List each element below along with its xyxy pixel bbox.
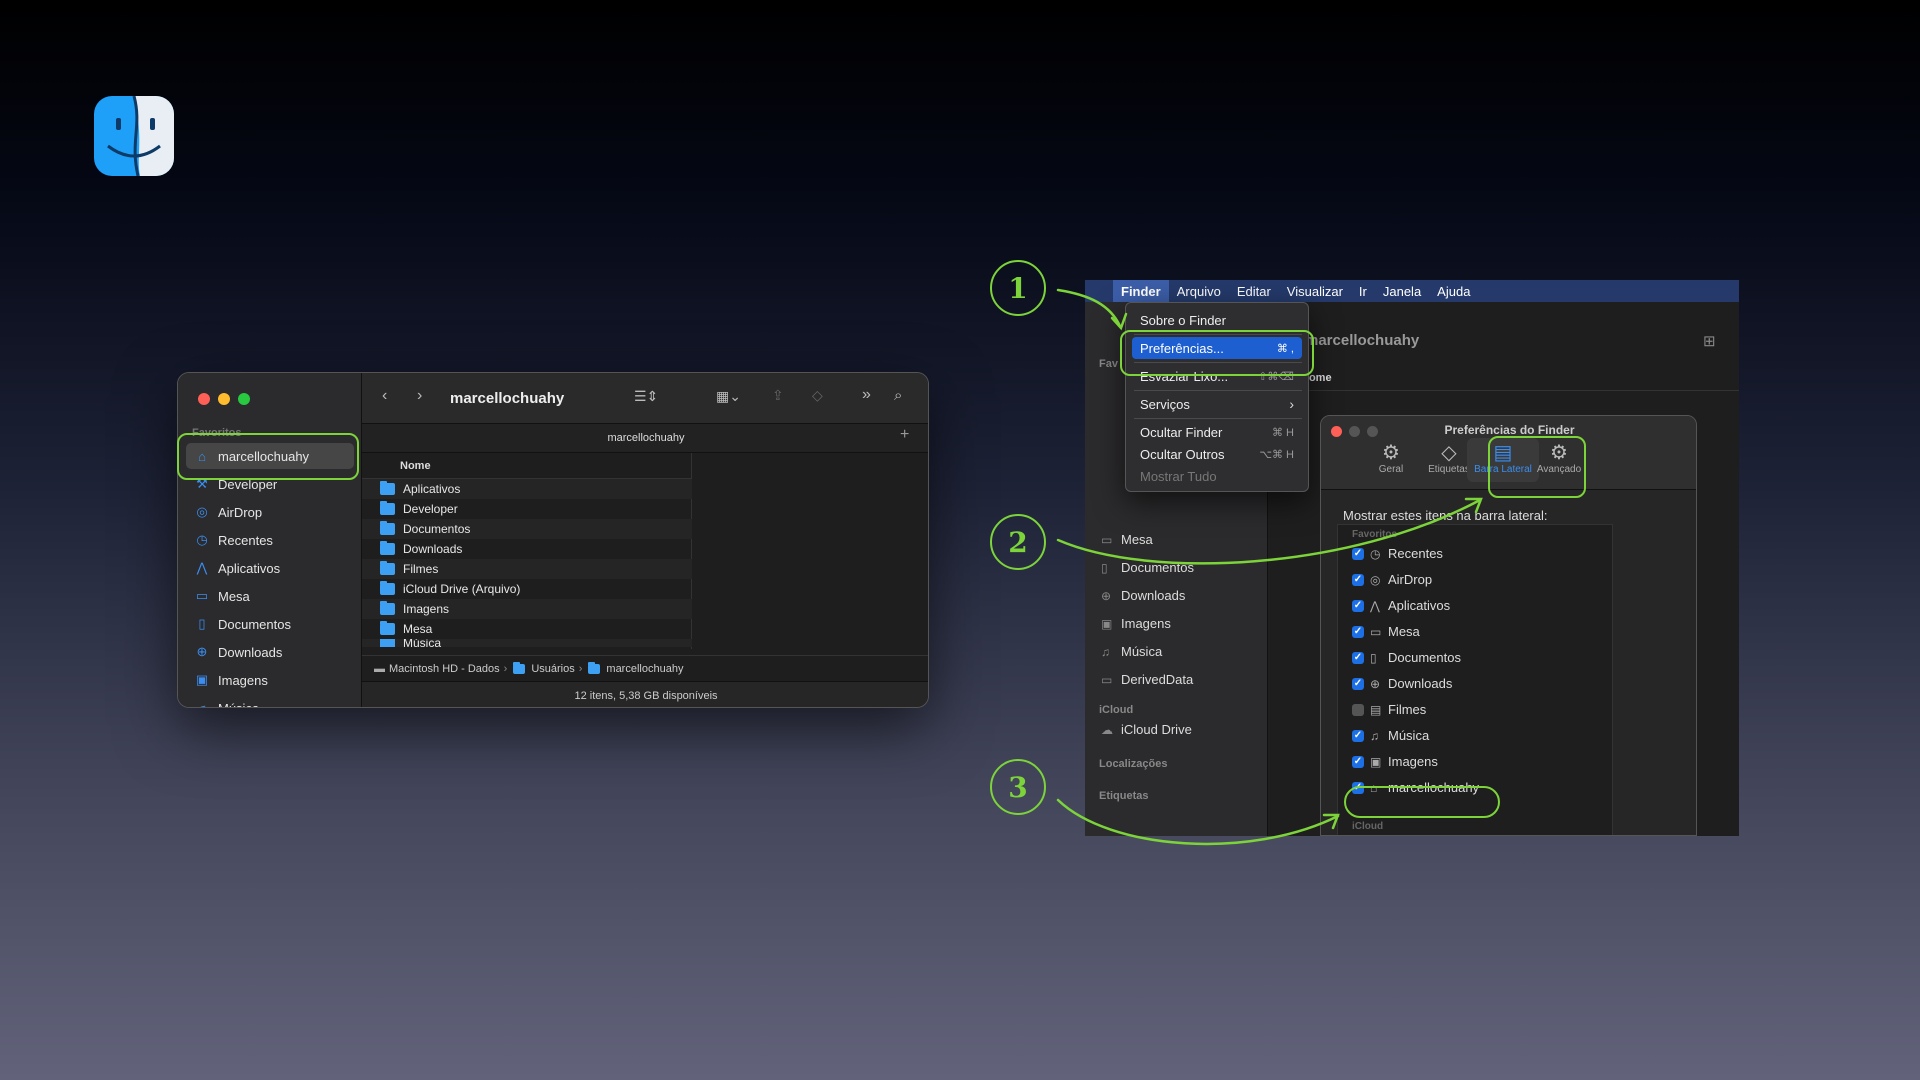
arrow-1 xyxy=(1056,288,1122,328)
arrow-3 xyxy=(1056,798,1340,846)
arrow-2 xyxy=(1056,498,1482,565)
annotation-arrows xyxy=(1056,288,1483,846)
